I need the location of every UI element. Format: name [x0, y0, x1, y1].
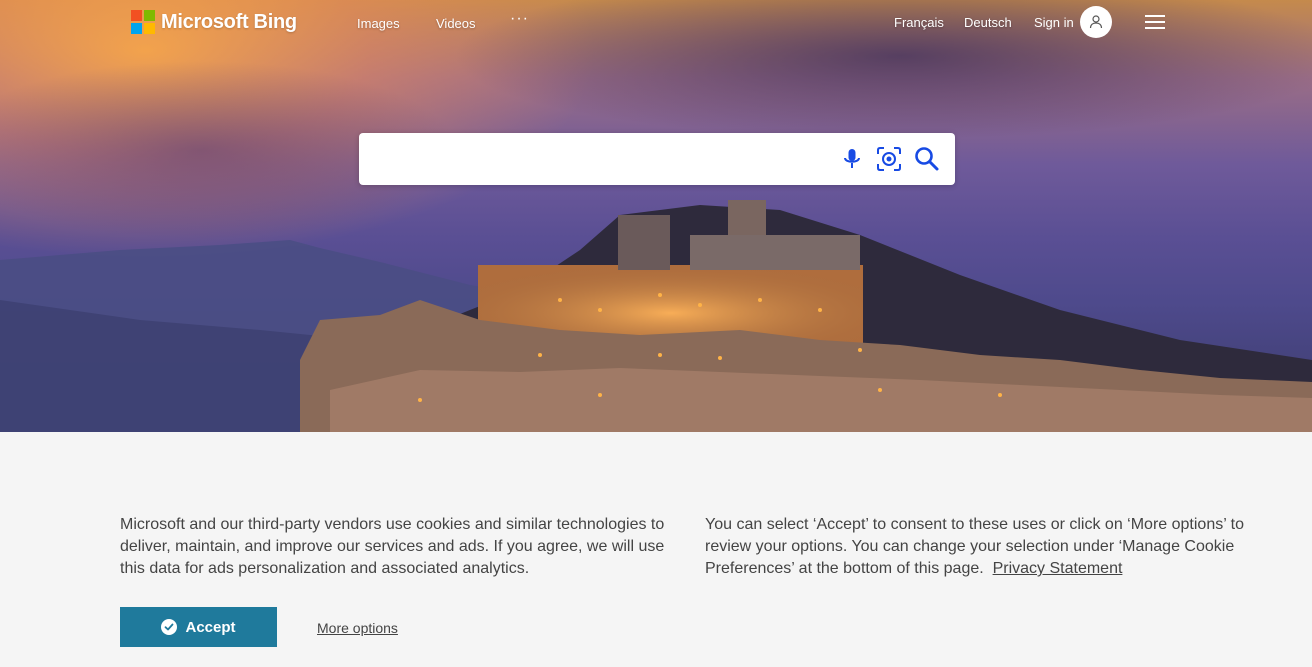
- checkmark-icon: [161, 619, 178, 635]
- nav-videos-link[interactable]: Videos: [436, 16, 476, 31]
- language-deutsch-link[interactable]: Deutsch: [964, 15, 1012, 30]
- user-icon[interactable]: [1080, 6, 1112, 38]
- castle-town-landscape: [0, 200, 1312, 432]
- microsoft-logo-icon: [131, 10, 155, 34]
- hamburger-menu-icon[interactable]: [1145, 15, 1165, 29]
- nav-images-link[interactable]: Images: [357, 16, 400, 31]
- brand-name: Microsoft Bing: [161, 10, 297, 33]
- cookie-description-left: Microsoft and our third-party vendors us…: [120, 516, 665, 577]
- more-options-link[interactable]: More options: [317, 620, 398, 636]
- cookie-description-right: You can select ‘Accept’ to consent to th…: [705, 514, 1265, 580]
- privacy-statement-link[interactable]: Privacy Statement: [993, 560, 1123, 577]
- accept-button[interactable]: Accept: [120, 607, 277, 647]
- language-francais-link[interactable]: Français: [894, 15, 944, 30]
- hero-background-image: [0, 0, 1312, 432]
- accept-button-label: Accept: [185, 618, 236, 636]
- microphone-icon[interactable]: [839, 146, 865, 172]
- visual-search-icon[interactable]: [876, 146, 902, 172]
- bing-logo[interactable]: Microsoft Bing: [131, 10, 297, 34]
- search-icon[interactable]: [914, 146, 940, 172]
- search-input[interactable]: [373, 141, 833, 177]
- search-box: [359, 133, 955, 185]
- nav-more-icon[interactable]: ···: [510, 10, 529, 28]
- sign-in-link[interactable]: Sign in: [1034, 15, 1074, 30]
- cookie-description-right-text: You can select ‘Accept’ to consent to th…: [705, 516, 1244, 577]
